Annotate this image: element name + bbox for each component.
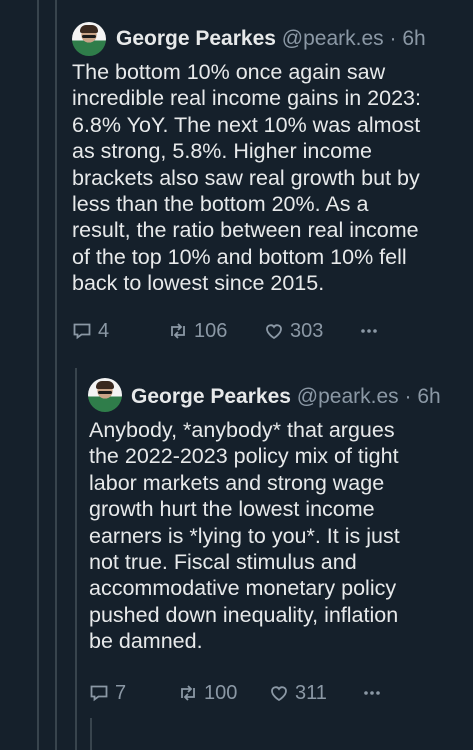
tweet-text: The bottom 10% once again saw incredible… (72, 60, 421, 296)
like-button[interactable]: 303 (264, 318, 323, 344)
like-count: 311 (295, 681, 327, 704)
separator-dot: · (404, 385, 412, 408)
reply-count: 7 (115, 681, 127, 704)
like-icon (266, 324, 282, 340)
action-bar: 7 100 311 (89, 680, 469, 706)
avatar[interactable] (88, 378, 122, 412)
more-icon (364, 691, 380, 695)
like-count: 303 (290, 319, 324, 342)
reply-icon (90, 685, 108, 702)
reply-count: 4 (98, 319, 110, 342)
thread-line-continuation (90, 718, 92, 750)
like-icon (271, 686, 287, 702)
avatar[interactable] (72, 22, 106, 56)
tweet-header: George Pearkes @peark.es · 6h (116, 26, 426, 52)
more-button[interactable] (362, 680, 382, 706)
reply-icon (73, 323, 91, 340)
timestamp[interactable]: 6h (417, 385, 440, 408)
like-button[interactable]: 311 (269, 680, 327, 706)
tweet-2[interactable]: George Pearkes @peark.es · 6h Anybody, *… (0, 360, 473, 720)
repost-count: 106 (194, 319, 228, 342)
reply-button[interactable]: 4 (72, 318, 109, 344)
author-name[interactable]: George Pearkes (131, 385, 291, 408)
action-bar: 4 106 303 (72, 318, 462, 344)
separator-dot: · (389, 27, 397, 50)
reply-button[interactable]: 7 (89, 680, 126, 706)
author-handle[interactable]: @peark.es (297, 385, 399, 408)
repost-button[interactable]: 106 (168, 318, 227, 344)
more-icon (361, 329, 377, 333)
author-handle[interactable]: @peark.es (282, 27, 384, 50)
tweet-header: George Pearkes @peark.es · 6h (131, 384, 441, 410)
repost-button[interactable]: 100 (178, 680, 237, 706)
repost-icon (171, 323, 185, 339)
more-button[interactable] (359, 318, 379, 344)
tweet-text: Anybody, *anybody* that argues the 2022-… (89, 418, 400, 654)
repost-count: 100 (204, 681, 238, 704)
tweet-1[interactable]: George Pearkes @peark.es · 6h The bottom… (0, 0, 473, 360)
timestamp[interactable]: 6h (402, 27, 425, 50)
author-name[interactable]: George Pearkes (116, 27, 276, 50)
repost-icon (181, 685, 195, 701)
